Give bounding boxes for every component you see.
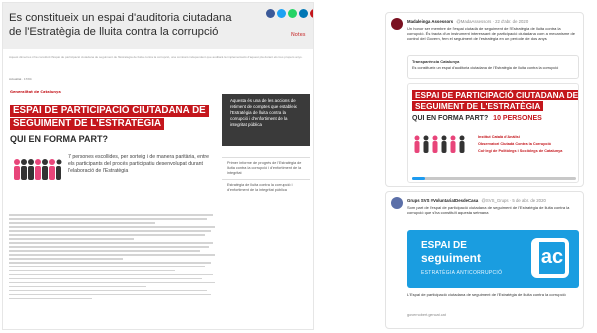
article-body-text xyxy=(9,214,217,302)
media-orgs: Institut Català d'Anàlisi Observatori Ci… xyxy=(478,134,576,155)
twitter-icon[interactable] xyxy=(277,9,286,18)
video-progress-bar[interactable] xyxy=(412,177,576,180)
tweet-media-infographic[interactable]: ESPAI DE PARTICIPACIÓ CIUTADANA DE SEGUI… xyxy=(407,83,579,183)
email-icon[interactable] xyxy=(310,9,313,18)
share-icons[interactable] xyxy=(266,9,313,18)
article-header: Es constitueix un espai d'auditoria ciut… xyxy=(3,3,313,49)
quoted-author: Transparència Catalunya xyxy=(412,59,460,64)
tweet-header: Madaleinga Assessors @MadaAssessors · 22… xyxy=(407,19,528,24)
tweet-text: Un honor ser membre de l'espai ciutadà d… xyxy=(407,26,575,42)
gencat-logo: Generalitat de Catalunya xyxy=(10,90,61,94)
facebook-icon[interactable] xyxy=(266,9,275,18)
article-panel: Es constitueix un espai d'auditoria ciut… xyxy=(2,2,314,330)
tweet-svs: Grups SVS #VoluntariatDesdeCasa @SVS_Gru… xyxy=(385,191,584,329)
article-title: Es constitueix un espai d'auditoria ciut… xyxy=(9,12,232,38)
video-progress-fill xyxy=(412,177,426,180)
tweet-author[interactable]: Madaleinga Assessors xyxy=(407,19,453,24)
article-intro: Aquest dimecres s'ha constituït l'Espai … xyxy=(9,55,303,59)
tweet-header: Grups SVS #VoluntariatDesdeCasa @SVS_Gru… xyxy=(407,198,546,203)
avatar[interactable] xyxy=(391,18,403,30)
media-count: 10 PERSONES xyxy=(493,115,542,122)
quoted-text: Es constitueix un espai d'auditoria ciut… xyxy=(412,66,559,70)
ac-logo: ac xyxy=(531,238,569,278)
people-icon xyxy=(14,159,62,180)
media-question: QUI EN FORMA PART? 10 PERSONES xyxy=(412,115,542,122)
tweet-media-image[interactable]: ESPAI DE seguiment ESTRATÈGIA ANTICORRUP… xyxy=(407,230,579,288)
tweet-text: Som part de l'espai de participació ciut… xyxy=(407,205,570,216)
infographic: Generalitat de Catalunya ESPAI DE PARTIC… xyxy=(10,90,215,208)
media-org-3: Col·legi de Politòlegs i Sociòlegs de Ca… xyxy=(478,149,563,153)
linkedin-icon[interactable] xyxy=(299,9,308,18)
accountability-box: Aquesta és una de les accions de retimen… xyxy=(222,94,310,146)
screenshot-collage: Es constitueix un espai d'auditoria ciut… xyxy=(0,0,597,333)
related-links: Primer informe de progrés de l'Estratègi… xyxy=(222,157,310,196)
media-people-icon xyxy=(414,135,465,153)
media-org-1: Institut Català d'Anàlisi xyxy=(478,135,520,139)
infographic-banner-2: SEGUIMENT DE L'ESTRATÈGIA xyxy=(10,118,165,130)
media-subtitle: ESTRATÈGIA ANTICORRUPCIÓ xyxy=(421,270,503,276)
infographic-question: QUI EN FORMA PART? xyxy=(10,134,108,144)
media-banner-2: SEGUIMENT DE L'ESTRATÈGIA xyxy=(412,101,544,111)
media-org-2: Observatori Ciutadà Contra la Corrupció xyxy=(478,142,551,146)
media-title-2: seguiment xyxy=(421,251,482,265)
media-title-1: ESPAI DE xyxy=(421,240,467,251)
tweet-handle: @MadaAssessors · 22 d'abr. de 2020 xyxy=(456,19,529,24)
link-card-url[interactable]: governobert.gencat.cat xyxy=(407,313,446,317)
article-meta: Actualitat · 17/04 xyxy=(9,77,32,81)
news-link[interactable]: Notes xyxy=(291,32,305,38)
related-link-2[interactable]: Estratègia de lluita contra la corrupció… xyxy=(222,179,310,196)
media-banner-1: ESPAI DE PARTICIPACIÓ CIUTADANA DE xyxy=(412,90,578,100)
infographic-banner-1: ESPAI DE PARTICIPACIÓ CIUTADANA DE xyxy=(10,105,209,117)
related-link-1[interactable]: Primer informe de progrés de l'Estratègi… xyxy=(222,157,310,179)
avatar[interactable] xyxy=(391,197,403,209)
media-question-text: QUI EN FORMA PART? xyxy=(412,115,489,122)
tweet-madaleinga: Madaleinga Assessors @MadaAssessors · 22… xyxy=(385,12,584,187)
tweet-author[interactable]: Grups SVS #VoluntariatDesdeCasa xyxy=(407,198,478,203)
tweet-handle: @SVS_Grups · 5 de abr. de 2020 xyxy=(481,198,546,203)
whatsapp-icon[interactable] xyxy=(288,9,297,18)
quoted-tweet[interactable]: Transparència Catalunya Es constitueix u… xyxy=(407,55,579,79)
link-card-caption[interactable]: L'Espai de participació ciutadana de seg… xyxy=(407,292,579,297)
infographic-highlight: 7 persones escollides, per sorteig i de … xyxy=(68,154,210,174)
